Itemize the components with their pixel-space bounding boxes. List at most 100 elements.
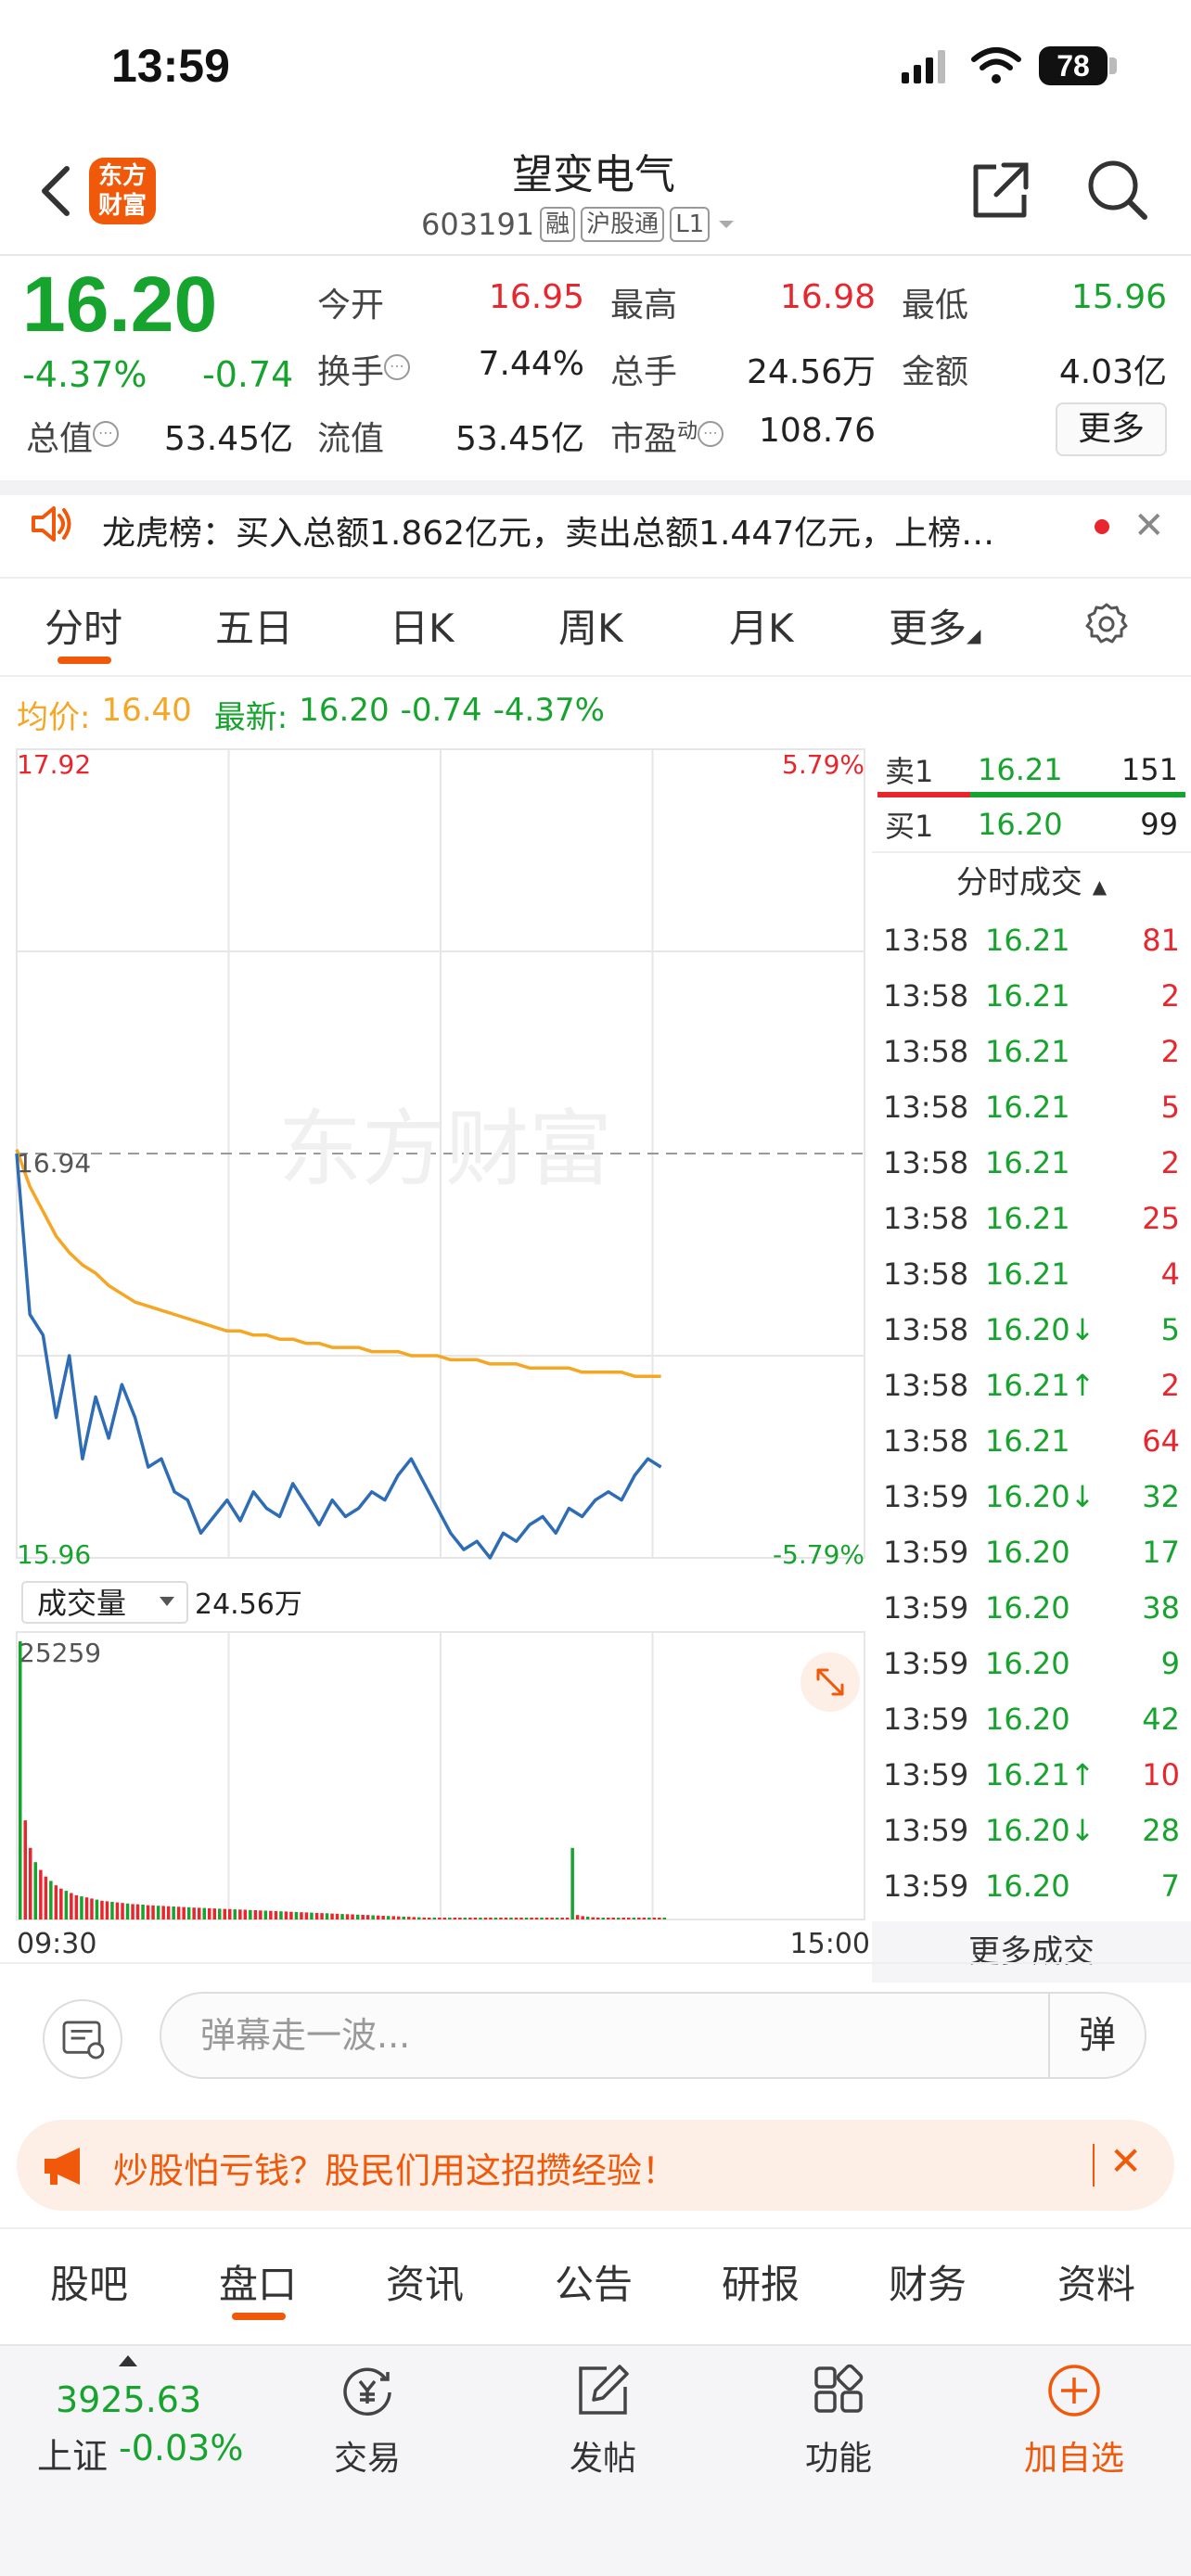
trade-time: 13:58 bbox=[883, 1312, 969, 1347]
volume-bar bbox=[524, 1918, 529, 1919]
back-arrow-icon[interactable] bbox=[37, 163, 74, 219]
tabs-divider bbox=[0, 675, 1191, 677]
volume-bar bbox=[238, 1909, 242, 1919]
trade-volume: 10 bbox=[1142, 1757, 1180, 1792]
trade-row: 13:59 16.20 17 bbox=[872, 1524, 1191, 1580]
volume-bar bbox=[151, 1905, 155, 1919]
volume-bar bbox=[642, 1918, 647, 1919]
latest-change: -0.74 bbox=[400, 692, 482, 729]
volume-bar bbox=[70, 1893, 73, 1919]
subtab-quote[interactable]: 盘口 bbox=[219, 2253, 297, 2310]
subtab-reports[interactable]: 研报 bbox=[722, 2253, 800, 2310]
tab-functions[interactable]: 功能 bbox=[764, 2361, 913, 2480]
trade-volume: 2 bbox=[1160, 1034, 1180, 1069]
subtab-financials[interactable]: 财务 bbox=[889, 2253, 967, 2310]
tab-five-day[interactable]: 五日 bbox=[215, 597, 293, 654]
trade-time: 13:58 bbox=[883, 1256, 969, 1292]
volume-bar bbox=[156, 1906, 160, 1919]
trade-row: 13:59 16.20 9 bbox=[872, 1636, 1191, 1691]
danmu-toggle-button[interactable]: 弹 bbox=[1048, 1994, 1145, 2077]
danmu-input[interactable]: 弹幕走一波... bbox=[160, 1992, 1146, 2079]
trade-icon bbox=[343, 2367, 391, 2417]
bid-row[interactable]: 买1 16.20 99 bbox=[872, 797, 1191, 853]
volume-bar bbox=[422, 1917, 426, 1919]
turnover-label[interactable]: 换手 ⋯ bbox=[317, 345, 411, 393]
tab-add-watchlist[interactable]: 加自选 bbox=[1000, 2361, 1148, 2480]
grid-icon bbox=[814, 2364, 864, 2413]
tab-daily-k[interactable]: 日K bbox=[390, 597, 455, 654]
bid-price: 16.20 bbox=[978, 807, 1063, 842]
trade-row: 13:58 16.21 25 bbox=[872, 1191, 1191, 1246]
trade-row: 13:58 16.21 2 bbox=[872, 1024, 1191, 1079]
promo-separator bbox=[1093, 2144, 1095, 2187]
subtab-announcements[interactable]: 公告 bbox=[555, 2253, 633, 2310]
tab-trade[interactable]: 交易 bbox=[293, 2361, 442, 2480]
volume-bar bbox=[115, 1902, 120, 1919]
volume-bar bbox=[365, 1915, 370, 1919]
search-icon[interactable] bbox=[1085, 158, 1150, 223]
volume-bar bbox=[458, 1918, 462, 1919]
share-icon[interactable] bbox=[968, 158, 1033, 223]
volume-bar bbox=[135, 1904, 140, 1919]
trades-header-label: 分时成交 bbox=[955, 864, 1082, 901]
wifi-icon bbox=[971, 47, 1021, 83]
volume-bar bbox=[519, 1918, 523, 1919]
amount-label: 金额 bbox=[902, 353, 969, 391]
index-value[interactable]: 3925.63 bbox=[56, 2379, 201, 2420]
trade-time: 13:58 bbox=[883, 1034, 969, 1069]
dropdown-icon[interactable] bbox=[715, 213, 737, 236]
trade-volume: 25 bbox=[1142, 1201, 1180, 1236]
stock-code-row[interactable]: 603191 融 沪股通 L1 bbox=[421, 204, 737, 245]
volume-bar bbox=[29, 1847, 32, 1919]
tab-post[interactable]: 发帖 bbox=[529, 2361, 677, 2480]
gear-icon[interactable] bbox=[1083, 601, 1130, 647]
trade-time: 13:59 bbox=[883, 1813, 969, 1848]
tab-underline bbox=[58, 657, 111, 664]
tab-more[interactable]: 更多◢ bbox=[889, 597, 980, 654]
volume-bar bbox=[407, 1917, 411, 1919]
index-expand-icon[interactable] bbox=[119, 2355, 137, 2366]
subtabs-divider bbox=[0, 2227, 1191, 2229]
volume-bar bbox=[243, 1909, 248, 1919]
index-label[interactable]: 上证 bbox=[37, 2428, 108, 2479]
tab-monthly-k[interactable]: 月K bbox=[729, 597, 794, 654]
tab-intraday[interactable]: 分时 bbox=[45, 597, 122, 654]
total-mv-label[interactable]: 总值 ⋯ bbox=[26, 412, 120, 460]
volume-bar bbox=[218, 1908, 222, 1919]
change-percent: -4.37% bbox=[22, 354, 147, 395]
promo-text[interactable]: 炒股怕亏钱？股民们用这招攒经验！ bbox=[113, 2142, 677, 2193]
trade-volume: 2 bbox=[1160, 978, 1180, 1014]
trade-time: 13:58 bbox=[883, 1145, 969, 1180]
trades-header[interactable]: 分时成交 ▲ bbox=[872, 853, 1191, 912]
index-change[interactable]: -0.03% bbox=[119, 2428, 243, 2468]
tab-weekly-k[interactable]: 周K bbox=[558, 597, 623, 654]
volume-value: 24.56万 bbox=[746, 353, 876, 391]
intraday-chart[interactable]: 东方财富 17.92 5.79% 16.94 15.96 -5.79% 成交量 … bbox=[0, 742, 872, 1966]
volume-bar bbox=[64, 1891, 69, 1919]
trade-volume: 5 bbox=[1160, 1312, 1180, 1347]
volume-bar bbox=[289, 1911, 293, 1919]
notice-text[interactable]: 龙虎榜：买入总额1.862亿元，卖出总额1.447亿元，上榜… bbox=[102, 506, 1067, 555]
volume-bar bbox=[263, 1910, 268, 1919]
ask-volume: 151 bbox=[1121, 752, 1178, 787]
volume-bar bbox=[59, 1888, 63, 1919]
ask-label: 卖1 bbox=[885, 754, 934, 789]
subtab-profile[interactable]: 资料 bbox=[1057, 2253, 1135, 2310]
ask-row[interactable]: 卖1 16.21 151 bbox=[872, 742, 1191, 797]
volume-bar bbox=[442, 1918, 447, 1919]
trade-volume: 81 bbox=[1142, 923, 1180, 958]
subtab-forum[interactable]: 股吧 bbox=[50, 2253, 128, 2310]
more-button[interactable]: 更多 bbox=[1056, 402, 1167, 456]
trade-volume: 2 bbox=[1160, 1368, 1180, 1403]
volume-bar bbox=[637, 1918, 641, 1919]
subtab-news[interactable]: 资讯 bbox=[386, 2253, 464, 2310]
notice-close-icon[interactable]: ✕ bbox=[1133, 504, 1165, 547]
comment-settings-icon[interactable] bbox=[43, 1999, 122, 2079]
volume-bar bbox=[550, 1918, 554, 1919]
promo-close-icon[interactable]: ✕ bbox=[1109, 2138, 1142, 2184]
trade-row: 13:58 16.21 4 bbox=[872, 1246, 1191, 1302]
volume-bar bbox=[259, 1910, 263, 1919]
total-mv-value: 53.45亿 bbox=[163, 420, 293, 458]
tab-functions-label: 功能 bbox=[804, 2440, 872, 2478]
pe-value: 108.76 bbox=[759, 412, 876, 450]
